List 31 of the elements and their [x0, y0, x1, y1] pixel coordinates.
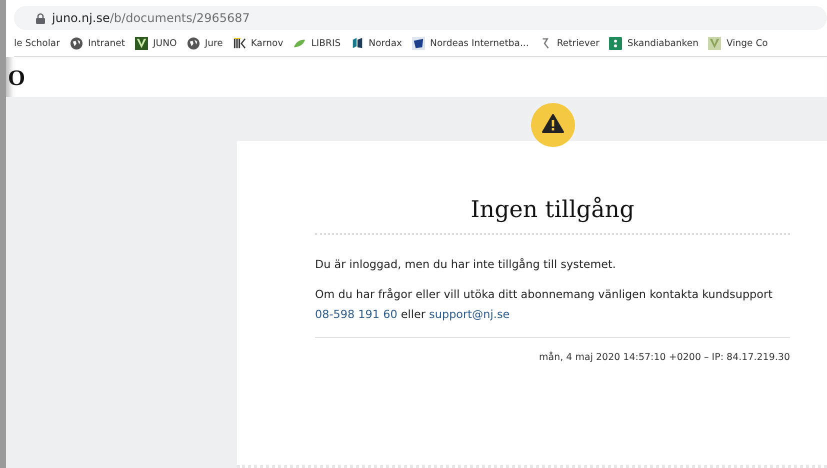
bookmark-link[interactable]: Skandiabanken — [627, 38, 698, 48]
contact-text: Om du har frågor eller vill utöka ditt abonnemang vänligen kontakta kundsupport 08-598 191 60 eller support@nj.se — [315, 287, 774, 323]
bookmark-link[interactable]: Vinge Co — [726, 38, 768, 48]
bookmark-link[interactable]: Intranet — [88, 38, 126, 48]
url-host: juno.nj.se — [52, 11, 110, 25]
lock-icon — [36, 12, 45, 24]
bookmark-link[interactable]: le Scholar — [14, 38, 60, 48]
globe-icon — [70, 36, 83, 50]
n-logo-icon — [350, 36, 364, 50]
flag-icon — [412, 36, 426, 50]
bookmark-link[interactable]: Karnov — [250, 38, 284, 48]
bookmark-link[interactable]: Nordeas Internetba... — [430, 38, 529, 48]
bookmark-link[interactable]: JUNO — [153, 38, 177, 48]
v-logo-icon — [135, 36, 148, 50]
globe-icon — [186, 36, 200, 50]
email-link[interactable]: support@nj.se — [429, 308, 510, 321]
timestamp-text: mån, 4 maj 2020 14:57:10 +0200 – IP: 84.17.219.30 — [538, 352, 790, 363]
bookmark-link[interactable]: LIBRIS — [311, 38, 341, 48]
bookmark-link[interactable]: Nordax — [368, 38, 402, 48]
address-bar[interactable]: juno.nj.se/b/documents/2965687 — [14, 6, 827, 30]
phone-link[interactable]: 08-598 191 60 — [315, 308, 398, 321]
bookmark-link[interactable]: Jure — [204, 38, 223, 48]
v-logo-icon — [708, 36, 722, 50]
bars-icon — [232, 36, 246, 50]
page-title: Ingen tillgång — [315, 197, 790, 235]
site-logo[interactable]: O — [8, 65, 26, 90]
bookmark-link[interactable]: Retriever — [556, 38, 600, 48]
message-text: Du är inloggad, men du har inte tillgång till systemet. — [315, 257, 617, 273]
dots-icon — [609, 36, 622, 50]
warning-icon — [531, 103, 575, 147]
url-path: /b/documents/2965687 — [110, 11, 250, 25]
